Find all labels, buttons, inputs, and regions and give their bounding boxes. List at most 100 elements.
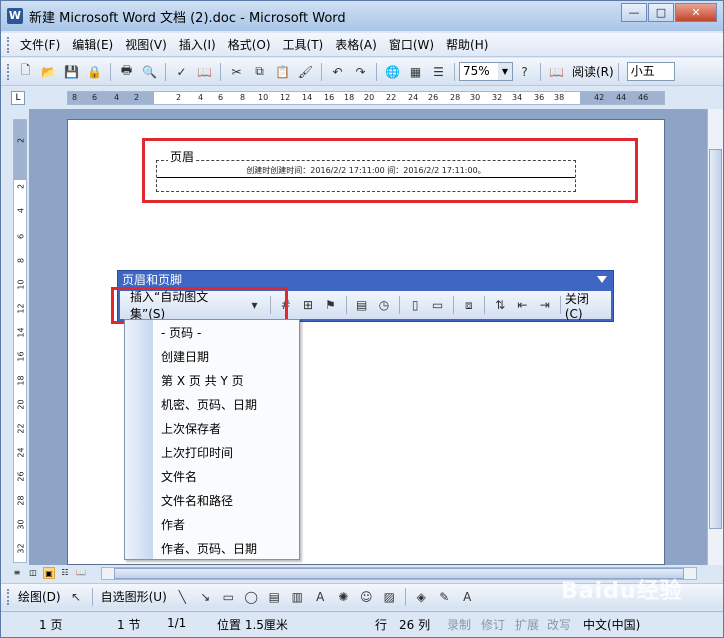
menu-item-create-date[interactable]: 创建日期 xyxy=(161,348,209,365)
menu-table[interactable]: 表格(A) xyxy=(329,34,383,55)
menu-help[interactable]: 帮助(H) xyxy=(440,34,494,55)
hyperlink-icon[interactable]: 🌐 xyxy=(383,62,402,81)
horizontal-ruler[interactable]: 8 6 4 2 2 4 6 8 10 12 14 16 18 20 22 24 … xyxy=(67,91,665,105)
maximize-button[interactable]: □ xyxy=(648,3,674,22)
ruler-tick: 30 xyxy=(470,93,481,102)
menu-item-confidential-page-date[interactable]: 机密、页码、日期 xyxy=(161,396,257,413)
tab-selector[interactable]: L xyxy=(11,91,25,105)
cut-icon[interactable]: ✂ xyxy=(227,62,246,81)
permission-icon[interactable]: 🔒 xyxy=(85,62,104,81)
arrow-icon[interactable]: ↘ xyxy=(196,587,215,606)
font-size-select[interactable]: 小五 xyxy=(626,62,675,81)
status-record[interactable]: 录制 xyxy=(447,616,471,633)
menu-item-author[interactable]: 作者 xyxy=(161,516,185,533)
line-color-icon[interactable]: ✎ xyxy=(435,587,454,606)
save-icon[interactable]: 💾 xyxy=(62,62,81,81)
menu-format[interactable]: 格式(O) xyxy=(222,34,277,55)
wordart-icon[interactable]: A xyxy=(311,587,330,606)
draw-menu-button[interactable]: 绘图(D) xyxy=(18,588,61,605)
same-as-previous-icon[interactable]: ⧈ xyxy=(460,296,478,315)
undo-icon[interactable]: ↶ xyxy=(328,62,347,81)
menu-file[interactable]: 文件(F) xyxy=(14,34,66,55)
columns-icon[interactable]: ☰ xyxy=(429,62,448,81)
chevron-down-icon[interactable]: ▼ xyxy=(498,63,512,80)
switch-header-footer-icon[interactable]: ⇅ xyxy=(491,296,509,315)
textbox-icon[interactable]: ▤ xyxy=(265,587,284,606)
ruler-tick: 8 xyxy=(72,93,78,102)
picture-icon[interactable]: ▨ xyxy=(380,587,399,606)
menu-tools[interactable]: 工具(T) xyxy=(277,34,330,55)
toolbar-options-icon[interactable] xyxy=(597,276,607,283)
line-icon[interactable]: ╲ xyxy=(173,587,192,606)
page-setup-icon[interactable]: ▯ xyxy=(406,296,424,315)
status-track-changes[interactable]: 修订 xyxy=(481,616,505,633)
menu-item-filename[interactable]: 文件名 xyxy=(161,468,197,485)
autoshapes-button[interactable]: 自选图形(U) xyxy=(101,588,167,605)
toolbar-grip[interactable] xyxy=(7,63,10,80)
help-icon[interactable]: ? xyxy=(515,62,534,81)
ruler-tick: 10 xyxy=(258,93,269,102)
menu-item-last-saved-by[interactable]: 上次保存者 xyxy=(161,420,221,437)
read-button[interactable]: 阅读(R) xyxy=(572,63,614,80)
minimize-button[interactable]: — xyxy=(621,3,647,22)
print-layout-view-icon[interactable]: ▣ xyxy=(43,567,55,579)
insert-page-count-icon[interactable]: ⊞ xyxy=(299,296,317,315)
menu-view[interactable]: 视图(V) xyxy=(119,34,173,55)
rectangle-icon[interactable]: ▭ xyxy=(219,587,238,606)
vertical-ruler[interactable]: 2 2 4 6 8 10 12 14 16 18 20 22 24 26 28 … xyxy=(13,119,27,563)
redo-icon[interactable]: ↷ xyxy=(351,62,370,81)
toolbar-separator xyxy=(559,296,561,314)
reading-view-icon[interactable]: 📖 xyxy=(75,567,87,579)
web-view-icon[interactable]: ◫ xyxy=(27,567,39,579)
print-icon[interactable]: 🖶 xyxy=(117,62,136,81)
format-page-number-icon[interactable]: ⚑ xyxy=(321,296,339,315)
status-extend[interactable]: 扩展 xyxy=(515,616,539,633)
show-hide-text-icon[interactable]: ▭ xyxy=(428,296,446,315)
font-color-icon[interactable]: A xyxy=(458,587,477,606)
status-overtype[interactable]: 改写 xyxy=(547,616,571,633)
menu-item-filename-path[interactable]: 文件名和路径 xyxy=(161,492,233,509)
status-language: 中文(中国) xyxy=(583,618,641,632)
show-previous-icon[interactable]: ⇤ xyxy=(513,296,531,315)
insert-date-icon[interactable]: ▤ xyxy=(352,296,370,315)
paste-icon[interactable]: 📋 xyxy=(273,62,292,81)
fill-color-icon[interactable]: ◈ xyxy=(412,587,431,606)
menu-insert[interactable]: 插入(I) xyxy=(173,34,222,55)
menubar-grip[interactable] xyxy=(7,36,10,53)
status-page: 1 页 xyxy=(39,618,63,632)
word-app-icon[interactable]: W xyxy=(7,8,23,24)
research-icon[interactable]: 📖 xyxy=(195,62,214,81)
vertical-scrollbar[interactable] xyxy=(707,109,723,565)
menu-item-last-printed[interactable]: 上次打印时间 xyxy=(161,444,233,461)
open-folder-icon[interactable]: 📂 xyxy=(39,62,58,81)
table-icon[interactable]: ▦ xyxy=(406,62,425,81)
menu-window[interactable]: 窗口(W) xyxy=(383,34,440,55)
close-button[interactable]: ✕ xyxy=(675,3,717,22)
oval-icon[interactable]: ◯ xyxy=(242,587,261,606)
new-document-icon[interactable]: 🗋 xyxy=(16,62,35,81)
menu-item-page-number[interactable]: - 页码 - xyxy=(161,324,201,341)
select-objects-icon[interactable]: ↖ xyxy=(67,587,86,606)
show-next-icon[interactable]: ⇥ xyxy=(536,296,554,315)
print-preview-icon[interactable]: 🔍 xyxy=(140,62,159,81)
normal-view-icon[interactable]: ≡ xyxy=(11,567,23,579)
drawing-toolbar-grip[interactable] xyxy=(7,588,10,605)
close-header-footer-button[interactable]: 关闭(C) xyxy=(565,290,605,321)
zoom-select[interactable]: 75% ▼ xyxy=(459,62,513,81)
menu-item-author-page-date[interactable]: 作者、页码、日期 xyxy=(161,540,257,557)
menu-item-page-x-of-y[interactable]: 第 X 页 共 Y 页 xyxy=(161,372,244,389)
insert-time-icon[interactable]: ◷ xyxy=(375,296,393,315)
read-icon[interactable]: 📖 xyxy=(547,62,566,81)
vertical-scroll-thumb[interactable] xyxy=(709,149,722,529)
clipart-icon[interactable]: ☺ xyxy=(357,587,376,606)
diagram-icon[interactable]: ✺ xyxy=(334,587,353,606)
menu-edit[interactable]: 编辑(E) xyxy=(66,34,119,55)
spelling-icon[interactable]: ✓ xyxy=(172,62,191,81)
outline-view-icon[interactable]: ☷ xyxy=(59,567,71,579)
format-painter-icon[interactable]: 🖌 xyxy=(296,62,315,81)
vertical-textbox-icon[interactable]: ▥ xyxy=(288,587,307,606)
copy-icon[interactable]: ⧉ xyxy=(250,62,269,81)
ruler-tick: 26 xyxy=(428,93,439,102)
ruler-tick: 42 xyxy=(594,93,605,102)
toolbar-separator xyxy=(345,296,347,314)
